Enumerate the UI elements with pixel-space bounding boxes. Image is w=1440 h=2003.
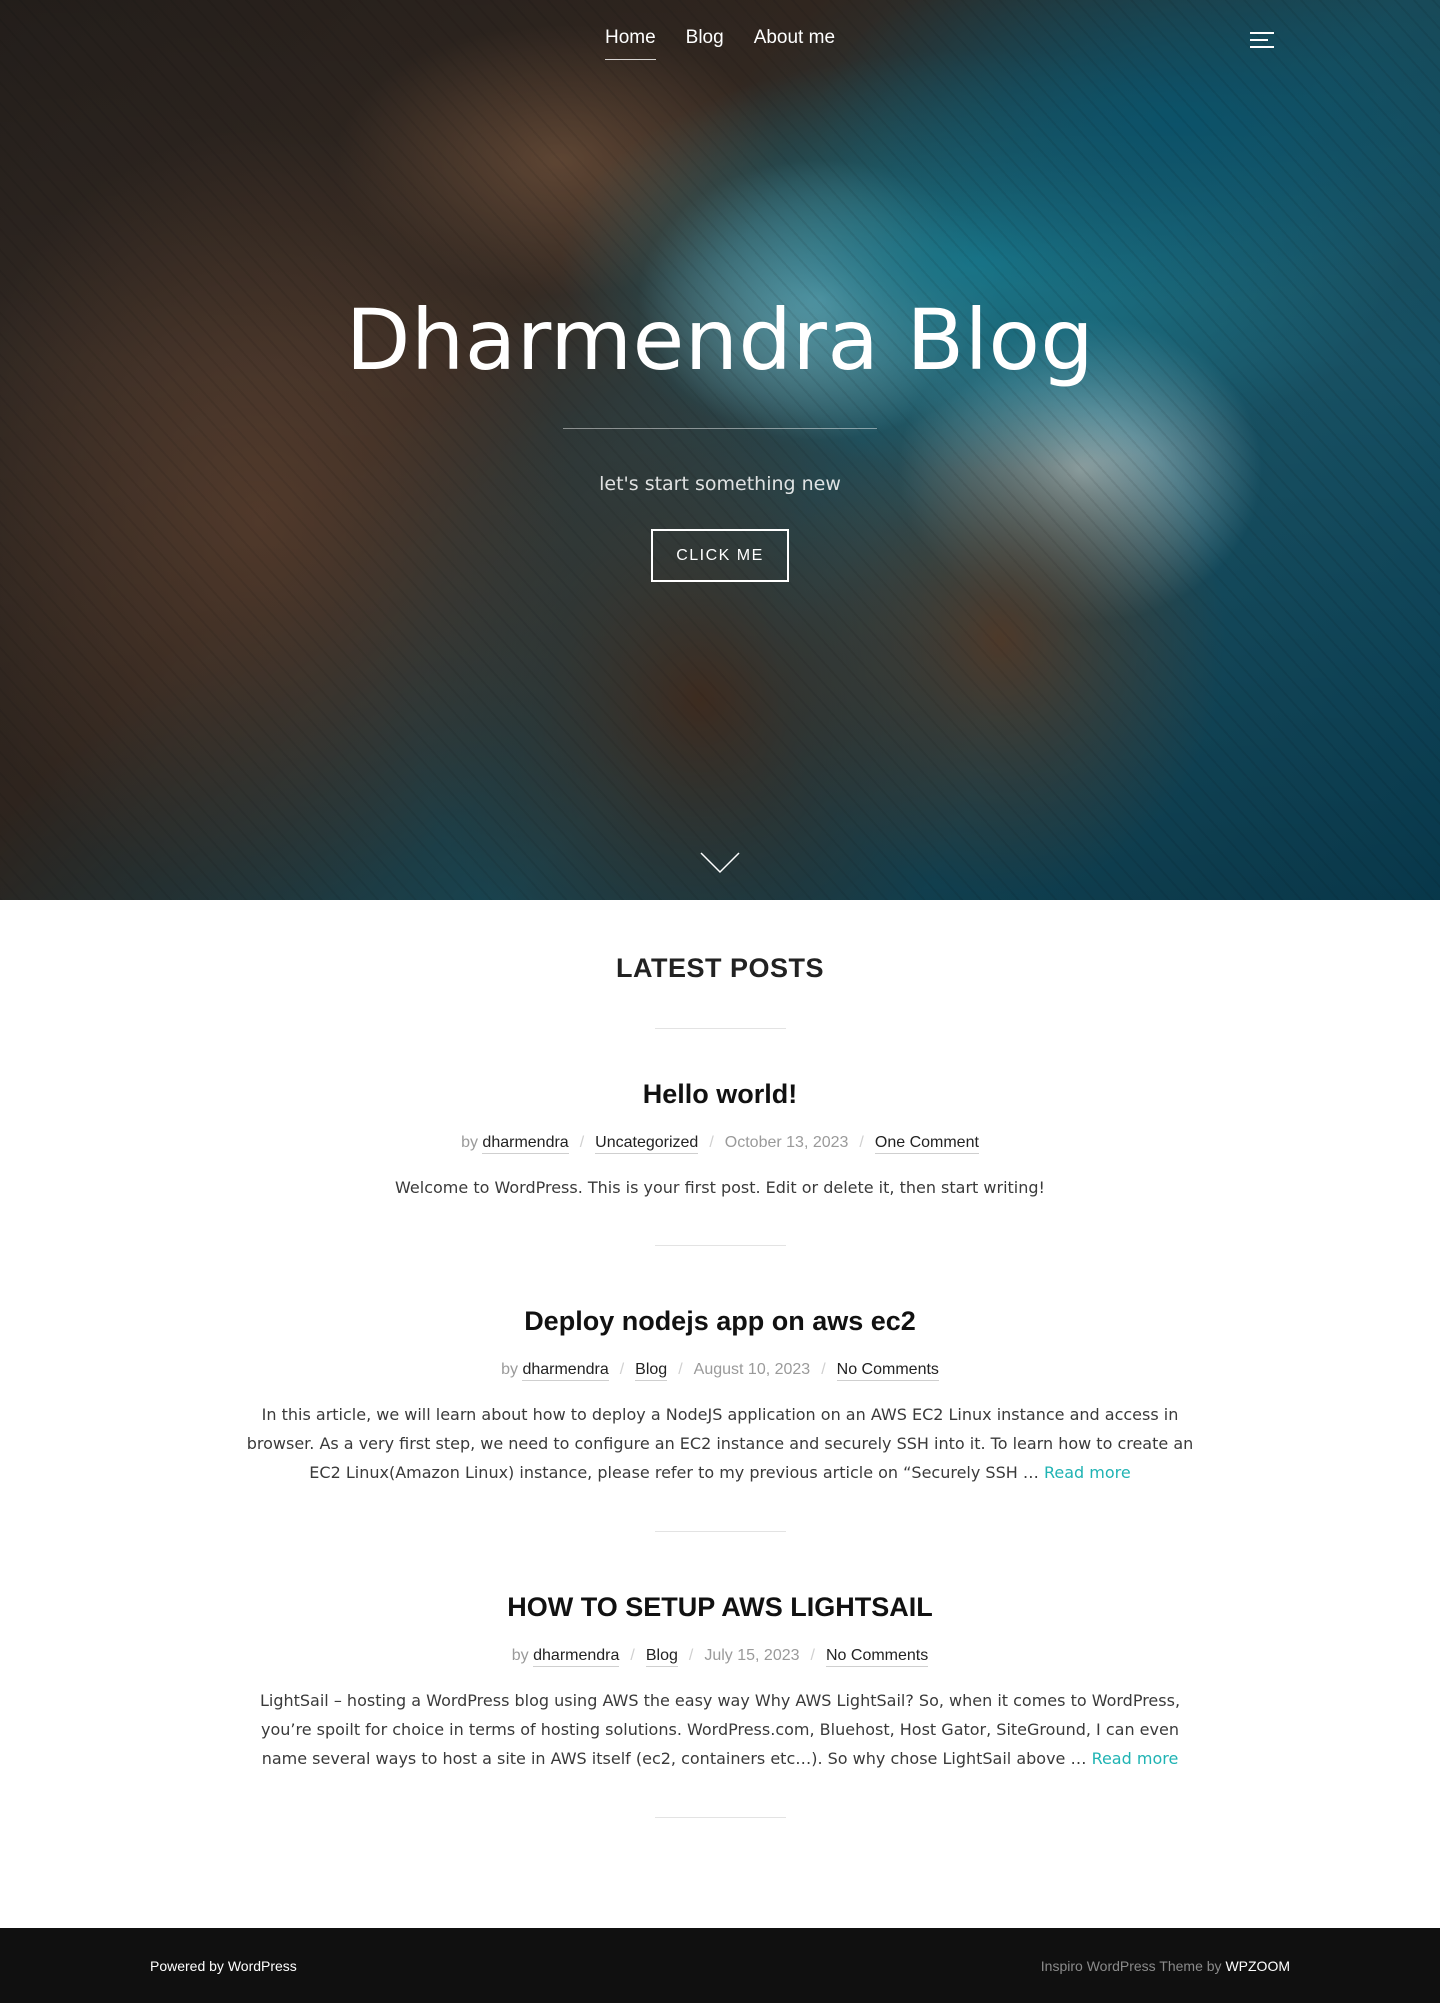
footer-theme-credit: Inspiro WordPress Theme by WPZOOM xyxy=(1040,1957,1290,1974)
post-meta: by dharmendra / Uncategorized / October … xyxy=(240,1134,1200,1154)
section-title: LATEST POSTS xyxy=(615,953,824,983)
post-category-link[interactable]: Blog xyxy=(645,1647,678,1667)
read-more-link[interactable]: Read more xyxy=(1044,1463,1131,1482)
post-title-link[interactable]: HOW TO SETUP AWS LIGHTSAIL xyxy=(507,1592,933,1622)
post-comments-link[interactable]: One Comment xyxy=(874,1134,979,1154)
post-category-link[interactable]: Uncategorized xyxy=(595,1134,699,1154)
post-divider xyxy=(654,1245,786,1246)
post-excerpt: In this article, we will learn about how… xyxy=(246,1405,1194,1482)
nav-list: Home Blog About me xyxy=(604,27,835,60)
post-title: Deploy nodejs app on aws ec2 xyxy=(240,1306,1200,1337)
hero-section: Home Blog About me Dharmendra Blog let's… xyxy=(0,0,1440,900)
post-item: HOW TO SETUP AWS LIGHTSAIL by dharmendra… xyxy=(0,1592,1440,1773)
post-comments-link[interactable]: No Comments xyxy=(825,1647,929,1667)
post-title: Hello world! xyxy=(240,1079,1200,1110)
post-divider xyxy=(654,1817,786,1818)
post-date: July 15, 2023 xyxy=(704,1647,800,1664)
post-meta: by dharmendra / Blog / July 15, 2023 / N… xyxy=(240,1647,1200,1667)
post-excerpt: LightSail – hosting a WordPress blog usi… xyxy=(259,1691,1181,1768)
hero-content: Dharmendra Blog let's start something ne… xyxy=(0,290,1440,582)
post-item: Deploy nodejs app on aws ec2 by dharmend… xyxy=(0,1306,1440,1487)
post-item: Hello world! by dharmendra / Uncategoriz… xyxy=(0,1079,1440,1202)
main-navigation: Home Blog About me xyxy=(0,0,1440,80)
site-footer: Powered by WordPress Inspiro WordPress T… xyxy=(0,1928,1440,2003)
post-title-link[interactable]: Hello world! xyxy=(643,1079,798,1109)
post-by-label: by xyxy=(461,1134,478,1151)
post-author-link[interactable]: dharmendra xyxy=(522,1361,609,1381)
post-divider xyxy=(654,1531,786,1532)
post-by-label: by xyxy=(511,1647,529,1664)
nav-item-home[interactable]: Home xyxy=(604,27,656,60)
nav-item-blog[interactable]: Blog xyxy=(686,27,724,59)
post-category-link[interactable]: Blog xyxy=(635,1361,668,1381)
post-author-link[interactable]: dharmendra xyxy=(533,1647,620,1667)
section-divider xyxy=(654,1028,786,1029)
site-title: Dharmendra Blog xyxy=(345,291,1095,389)
post-meta: by dharmendra / Blog / August 10, 2023 /… xyxy=(240,1361,1200,1381)
click-me-button[interactable]: CLICK ME xyxy=(651,529,789,582)
post-date: August 10, 2023 xyxy=(693,1361,811,1378)
post-date: October 13, 2023 xyxy=(724,1134,849,1151)
post-by-label: by xyxy=(501,1361,518,1378)
latest-posts-section: LATEST POSTS Hello world! by dharmendra … xyxy=(0,953,1440,1818)
post-author-link[interactable]: dharmendra xyxy=(482,1134,569,1154)
read-more-link[interactable]: Read more xyxy=(1092,1749,1179,1768)
footer-wpzoom-link[interactable]: WPZOOM xyxy=(1225,1958,1290,1974)
chevron-down-icon[interactable] xyxy=(700,852,740,874)
post-excerpt: Welcome to WordPress. This is your first… xyxy=(395,1178,1045,1197)
footer-powered-by[interactable]: Powered by WordPress xyxy=(150,1958,297,1974)
post-title: HOW TO SETUP AWS LIGHTSAIL xyxy=(240,1592,1200,1623)
site-tagline: let's start something new xyxy=(599,473,841,495)
post-comments-link[interactable]: No Comments xyxy=(836,1361,939,1381)
title-divider xyxy=(563,428,877,429)
post-title-link[interactable]: Deploy nodejs app on aws ec2 xyxy=(524,1306,916,1336)
hamburger-menu-icon[interactable] xyxy=(1250,30,1274,50)
nav-item-about-me[interactable]: About me xyxy=(754,27,835,59)
